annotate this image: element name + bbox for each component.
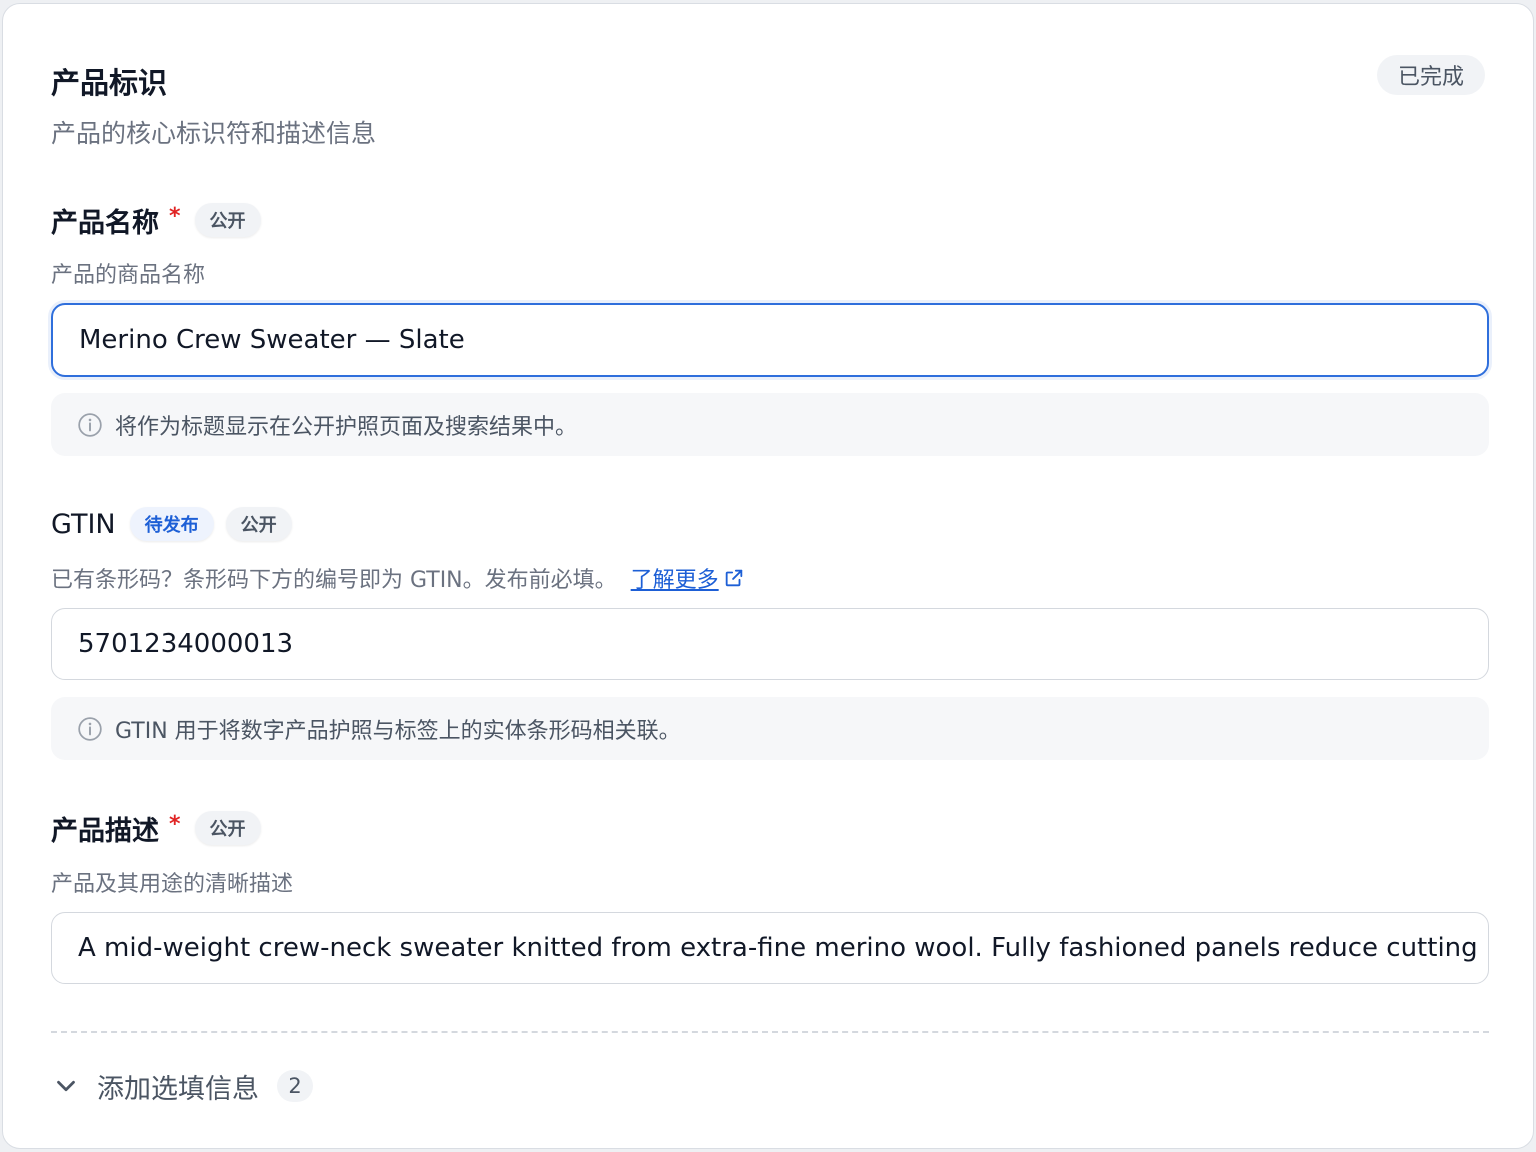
product-name-hint: 将作为标题显示在公开护照页面及搜索结果中。 [51,393,1489,456]
required-marker: * [169,203,181,229]
gtin-description: 已有条形码？条形码下方的编号即为 GTIN。发布前必填。 了解更多 [51,562,745,594]
add-optional-info-toggle[interactable]: 添加选填信息 2 [51,1066,313,1106]
add-optional-info-label[interactable]: 添加选填信息 [97,1067,259,1106]
gtin-label: GTIN [51,508,116,540]
section-subtitle: 产品的核心标识符和描述信息 [51,119,377,148]
product-description-description: 产品及其用途的清晰描述 [51,872,294,897]
hint-text: GTIN 用于将数字产品护照与标签上的实体条形码相关联。 [115,718,681,744]
pending-publish-badge: 待发布 [129,507,214,541]
product-name-description: 产品的商品名称 [51,263,206,288]
hint-text: 将作为标题显示在公开护照页面及搜索结果中。 [115,414,578,440]
required-marker: * [169,811,181,837]
optional-count-badge: 2 [277,1070,313,1102]
section-divider [51,1031,1489,1033]
chevron-down-icon[interactable] [51,1071,81,1101]
product-identity-card: 产品标识 产品的核心标识符和描述信息 已完成 产品名称 * 公开 产品的商品名称… [2,3,1534,1149]
external-link-icon [725,569,742,587]
gtin-label-row: GTIN 待发布 公开 [51,504,292,544]
visibility-badge-public: 公开 [225,507,292,541]
gtin-hint: GTIN 用于将数字产品护照与标签上的实体条形码相关联。 [51,697,1489,760]
product-description-input[interactable]: A mid-weight crew-neck sweater knitted f… [51,912,1489,984]
product-name-input[interactable]: Merino Crew Sweater — Slate [51,303,1489,377]
gtin-input[interactable]: 5701234000013 [51,608,1489,680]
gtin-description-text: 已有条形码？条形码下方的编号即为 GTIN。发布前必填。 [51,568,617,593]
visibility-badge-public: 公开 [194,203,261,237]
info-circle-icon [78,412,102,437]
product-description-label-row: 产品描述 * 公开 [51,808,261,848]
learn-more-label[interactable]: 了解更多 [631,562,719,594]
learn-more-link[interactable]: 了解更多 [631,562,745,594]
product-name-label-row: 产品名称 * 公开 [51,200,261,240]
product-name-label: 产品名称 [51,207,159,239]
visibility-badge-public: 公开 [194,811,261,845]
section-title: 产品标识 [51,66,168,100]
product-description-label: 产品描述 [51,815,159,847]
info-circle-icon [78,716,102,741]
status-badge: 已完成 [1376,55,1485,95]
